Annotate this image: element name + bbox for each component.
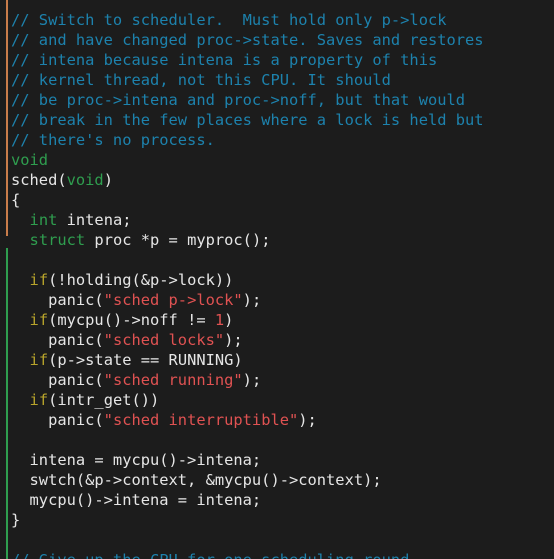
code-line[interactable]: if(!holding(&p->lock)) <box>11 270 554 290</box>
code-line[interactable]: swtch(&p->context, &mycpu()->context); <box>11 470 554 490</box>
code-line[interactable]: if(intr_get()) <box>11 390 554 410</box>
code-line[interactable]: ​ <box>11 530 554 550</box>
modified-lines-marker[interactable] <box>6 0 8 236</box>
code-line[interactable]: } <box>11 510 554 530</box>
code-line[interactable]: // intena because intena is a property o… <box>11 50 554 70</box>
code-line[interactable]: panic("sched locks"); <box>11 330 554 350</box>
code-token-comment: // Switch to scheduler. Must hold only p… <box>11 11 447 29</box>
code-token-comment: // there's no process. <box>11 131 215 149</box>
code-token-comment: // kernel thread, not this CPU. It shoul… <box>11 71 391 89</box>
code-line[interactable]: // kernel thread, not this CPU. It shoul… <box>11 70 554 90</box>
code-line[interactable]: struct proc *p = myproc(); <box>11 230 554 250</box>
code-token-control: if <box>29 311 49 329</box>
code-line[interactable]: void <box>11 150 554 170</box>
code-token-plain: swtch(&p->context, &mycpu()->context); <box>11 471 382 489</box>
code-token-plain: } <box>11 511 21 529</box>
code-line[interactable]: // and have changed proc->state. Saves a… <box>11 30 554 50</box>
code-token-plain: ) <box>103 171 113 189</box>
code-line[interactable]: panic("sched p->lock"); <box>11 290 554 310</box>
code-token-string: "sched locks" <box>103 331 225 349</box>
code-token-plain: { <box>11 191 21 209</box>
code-line[interactable]: { <box>11 190 554 210</box>
code-token-keyword: int <box>29 211 58 229</box>
code-token-plain: (p->state == RUNNING) <box>48 351 243 369</box>
code-token-plain: panic( <box>11 411 104 429</box>
code-token-plain: ); <box>242 371 262 389</box>
code-token-string: "sched p->lock" <box>103 291 243 309</box>
code-line[interactable]: // break in the few places where a lock … <box>11 110 554 130</box>
code-token-plain: (intr_get()) <box>48 391 160 409</box>
code-token-plain: intena = mycpu()->intena; <box>11 451 262 469</box>
code-line[interactable]: sched(void) <box>11 170 554 190</box>
code-token-number: 1 <box>214 311 225 329</box>
code-line[interactable]: // Switch to scheduler. Must hold only p… <box>11 10 554 30</box>
code-token-plain: panic( <box>11 331 104 349</box>
code-token-plain: ); <box>298 411 317 429</box>
code-line[interactable]: intena = mycpu()->intena; <box>11 450 554 470</box>
code-token-plain: intena; <box>57 211 132 229</box>
code-token-plain: (mycpu()->noff != <box>48 311 215 329</box>
code-line[interactable]: // Give up the CPU for one scheduling ro… <box>11 550 554 559</box>
code-token-control: if <box>29 391 49 409</box>
code-token-plain: sched( <box>11 171 67 189</box>
code-token-plain: panic( <box>11 371 104 389</box>
code-token-plain: ); <box>224 331 243 349</box>
code-line[interactable]: // there's no process. <box>11 130 554 150</box>
code-line[interactable]: ​ <box>11 250 554 270</box>
code-token-comment: // break in the few places where a lock … <box>11 111 484 129</box>
code-line[interactable]: mycpu()->intena = intena; <box>11 490 554 510</box>
code-editor-viewport[interactable]: // Switch to scheduler. Must hold only p… <box>0 0 554 559</box>
code-token-string: "sched interruptible" <box>103 411 299 429</box>
code-token-comment: // and have changed proc->state. Saves a… <box>11 31 484 49</box>
code-line[interactable]: if(mycpu()->noff != 1) <box>11 310 554 330</box>
code-token-plain: mycpu()->intena = intena; <box>11 491 262 509</box>
code-token-plain: panic( <box>11 291 104 309</box>
code-token-plain: ); <box>242 291 262 309</box>
code-token-keyword: void <box>11 151 49 169</box>
code-token-plain: ) <box>224 311 234 329</box>
code-line[interactable]: ​ <box>11 430 554 450</box>
code-token-comment: // be proc->intena and proc->noff, but t… <box>11 91 466 109</box>
code-token-keyword: void <box>66 171 104 189</box>
code-token-comment: // intena because intena is a property o… <box>11 51 438 69</box>
code-token-keyword: struct <box>29 231 86 249</box>
code-token-control: if <box>29 271 49 289</box>
code-token-plain: proc *p = myproc(); <box>85 231 271 249</box>
added-lines-marker[interactable] <box>6 248 8 559</box>
code-line[interactable]: panic("sched running"); <box>11 370 554 390</box>
code-token-control: if <box>29 351 49 369</box>
code-token-plain: (!holding(&p->lock)) <box>48 271 234 289</box>
code-line[interactable]: // be proc->intena and proc->noff, but t… <box>11 90 554 110</box>
code-line[interactable]: panic("sched interruptible"); <box>11 410 554 430</box>
code-line[interactable]: if(p->state == RUNNING) <box>11 350 554 370</box>
code-token-string: "sched running" <box>103 371 243 389</box>
source-code-text[interactable]: // Switch to scheduler. Must hold only p… <box>11 10 554 559</box>
code-line[interactable]: int intena; <box>11 210 554 230</box>
code-token-comment: // Give up the CPU for one scheduling ro… <box>11 551 419 559</box>
